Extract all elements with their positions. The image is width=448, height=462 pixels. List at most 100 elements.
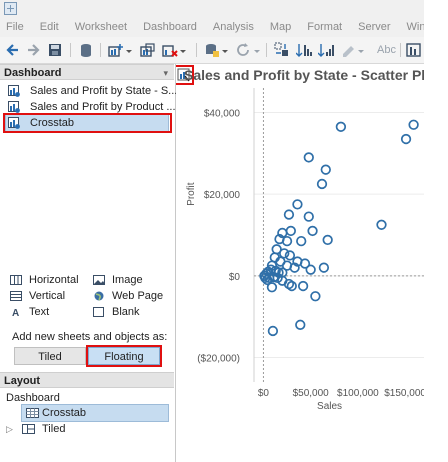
expand-arrow-icon[interactable]: ▷ [6, 421, 13, 437]
globe-icon [94, 291, 104, 301]
view-cards-icon[interactable] [406, 42, 422, 58]
text-icon: A [12, 308, 19, 317]
new-worksheet-icon[interactable] [108, 42, 134, 58]
layout-pane-title: Layout [4, 375, 41, 387]
object-label: Image [112, 274, 143, 286]
data-point [296, 235, 307, 247]
data-point [305, 264, 316, 275]
menu-worksheet[interactable]: Worksheet [75, 21, 127, 33]
x-tick-label: $100,000 [337, 388, 379, 399]
sort-descending-icon[interactable] [318, 42, 334, 58]
data-point [307, 225, 318, 237]
image-icon [93, 275, 105, 285]
horizontal-container-icon [10, 275, 22, 285]
toolbar-separator [266, 43, 267, 57]
toolbar-separator [196, 43, 197, 57]
toolbar-separator [400, 43, 401, 57]
data-point [318, 262, 330, 273]
left-pane: Dashboard ▾ Sales and Profit by State - … [0, 64, 177, 462]
pane-menu-icon[interactable]: ▾ [163, 65, 168, 81]
app-window: File Edit Worksheet Dashboard Analysis M… [0, 0, 446, 462]
menu-dashboard[interactable]: Dashboard [143, 21, 197, 33]
right-margin [424, 0, 448, 462]
menu-map[interactable]: Map [270, 21, 291, 33]
data-point [266, 282, 278, 293]
highlight-box-floating [86, 345, 162, 367]
scatter-plot[interactable]: ($20,000) $0 $20,000 $40,000 $0 $50,000 $100,0… [176, 88, 424, 462]
toolbar-separator [100, 43, 101, 57]
data-point [292, 199, 303, 210]
data-point [285, 225, 296, 237]
swap-icon[interactable] [274, 42, 290, 58]
highlight-icon[interactable] [340, 42, 366, 58]
layout-root[interactable]: Dashboard [6, 390, 60, 406]
clear-sheet-icon[interactable] [162, 42, 188, 58]
y-tick-label: $40,000 [204, 109, 241, 120]
x-tick-label: $50,000 [293, 388, 330, 399]
menu-bar: File Edit Worksheet Dashboard Analysis M… [0, 17, 446, 37]
data-point [310, 291, 321, 302]
chart-title: Sales and Profit by State - Scatter Pl [184, 67, 424, 83]
add-new-label: Add new sheets and objects as: [12, 331, 168, 343]
menu-format[interactable]: Format [307, 21, 342, 33]
vertical-container-icon [10, 291, 22, 301]
x-axis-label: Sales [317, 401, 342, 412]
data-point [295, 319, 306, 330]
data-point [297, 280, 309, 292]
layout-item-crosstab[interactable]: Crosstab [21, 404, 169, 422]
data-source-icon[interactable] [79, 42, 93, 58]
object-label: Blank [112, 306, 140, 318]
data-point [283, 209, 295, 220]
layout-pane-header: Layout [0, 372, 174, 388]
data-point [400, 133, 412, 145]
refresh-icon[interactable] [236, 42, 262, 58]
x-tick-label: $150,000 [384, 388, 424, 399]
object-label: Text [29, 306, 50, 318]
data-point [279, 248, 290, 259]
menu-file[interactable]: File [6, 21, 24, 33]
toolbar-separator [70, 43, 71, 57]
menu-edit[interactable]: Edit [40, 21, 59, 33]
pause-updates-icon[interactable] [204, 42, 230, 58]
layout-item-tiled[interactable]: ▷ Tiled [6, 421, 166, 437]
data-point [320, 164, 331, 175]
data-point [284, 250, 296, 261]
menu-server[interactable]: Server [358, 21, 390, 33]
back-icon[interactable] [6, 42, 20, 58]
title-bar [0, 0, 424, 17]
data-point [335, 121, 347, 132]
y-tick-label: $20,000 [204, 190, 241, 201]
sheet-used-icon [8, 85, 20, 97]
object-label: Horizontal [29, 274, 79, 286]
save-icon[interactable] [48, 42, 62, 58]
menu-analysis[interactable]: Analysis [213, 21, 254, 33]
x-tick-label: $0 [258, 388, 270, 399]
blank-icon [93, 307, 104, 317]
app-icon [4, 2, 17, 15]
show-mark-labels-icon[interactable]: Abc [377, 44, 396, 56]
dashboard-pane-header: Dashboard ▾ [0, 64, 174, 80]
sheet-item-label: Sales and Profit by State - S... [30, 85, 178, 97]
object-label: Web Page [112, 290, 164, 302]
data-point [376, 219, 387, 230]
duplicate-sheet-icon[interactable] [140, 42, 156, 58]
tiled-toggle[interactable]: Tiled [14, 347, 86, 365]
data-point [267, 325, 279, 337]
forward-icon[interactable] [26, 42, 40, 58]
sheet-used-icon [8, 101, 20, 113]
y-tick-label: ($20,000) [197, 354, 240, 365]
sheet-item-state-scatter[interactable]: Sales and Profit by State - S... [8, 83, 177, 99]
y-axis-label: Profit [186, 182, 197, 206]
dashboard-pane-title: Dashboard [4, 67, 62, 79]
data-point [408, 119, 419, 130]
tiled-container-icon [22, 424, 35, 434]
dashboard-canvas: Sales and Profit by State - Scatter Pl (… [176, 64, 424, 462]
data-point [303, 152, 314, 163]
highlight-box-crosstab [3, 113, 172, 133]
data-point [322, 234, 333, 246]
layout-item-label: Crosstab [42, 407, 87, 419]
y-tick-label: $0 [229, 272, 241, 283]
data-point [316, 178, 328, 190]
sort-ascending-icon[interactable] [296, 42, 312, 58]
layout-item-label: Tiled [42, 423, 66, 435]
